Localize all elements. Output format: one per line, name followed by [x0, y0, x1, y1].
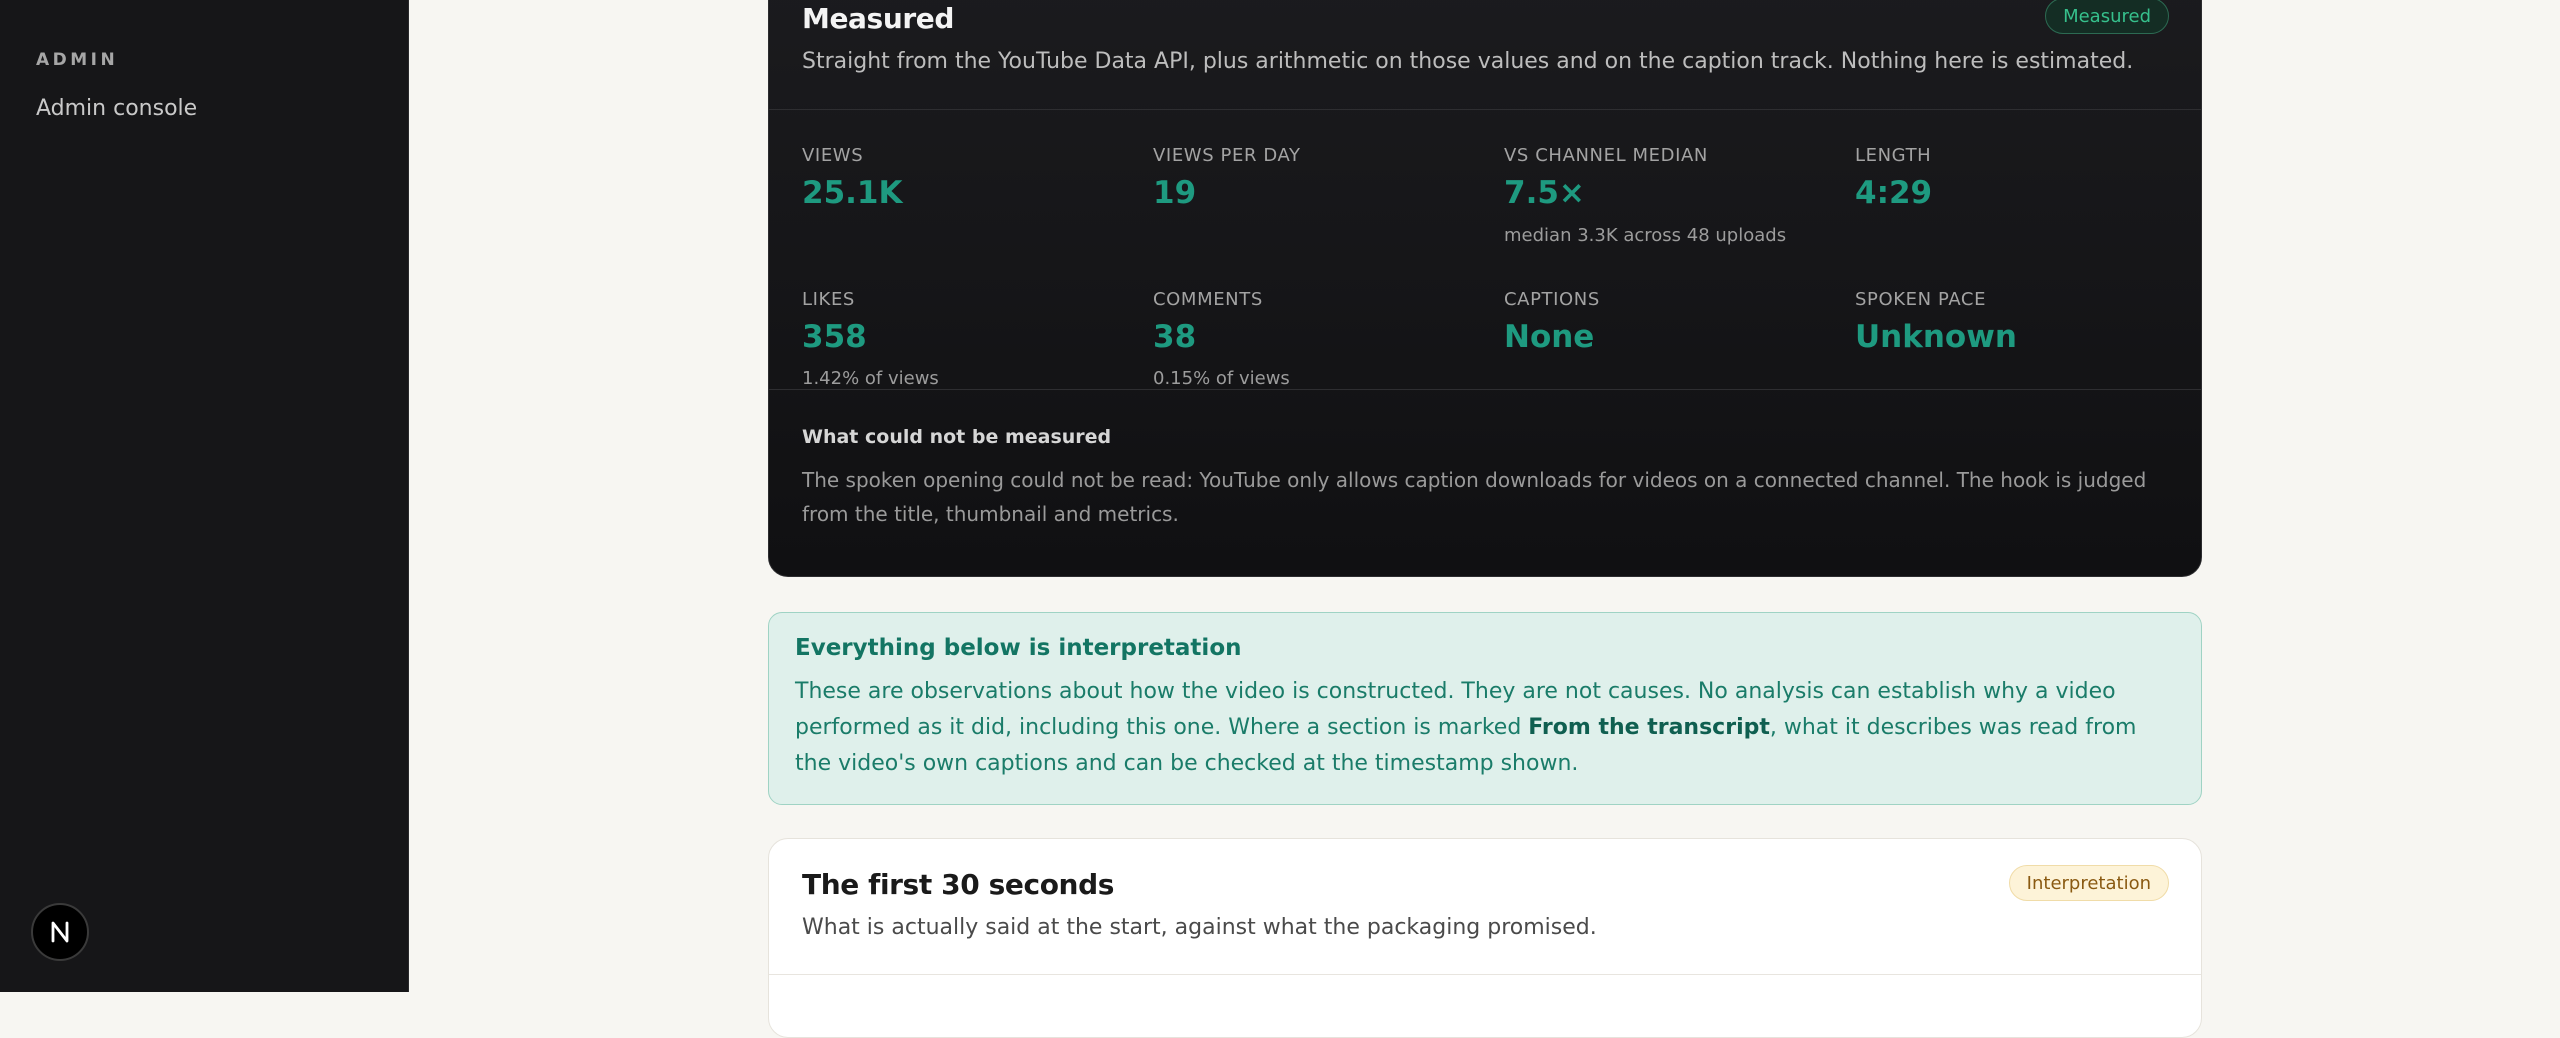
avatar[interactable]	[31, 903, 89, 961]
not-measured-title: What could not be measured	[802, 426, 1112, 448]
card-title: The first 30 seconds	[802, 868, 1115, 901]
divider	[769, 389, 2201, 390]
banner-body-highlight: From the transcript	[1528, 715, 1770, 740]
not-measured-body: The spoken opening could not be read: Yo…	[802, 468, 2147, 526]
banner-title: Everything below is interpretation	[795, 635, 1242, 661]
metric-label: VS CHANNEL MEDIAN	[1504, 145, 1708, 166]
metric-value: 4:29	[1855, 175, 1933, 211]
sidebar-item-admin-console[interactable]: Admin console	[36, 96, 197, 121]
metric-value: 7.5×	[1504, 175, 1585, 211]
metric-note: median 3.3K across 48 uploads	[1504, 225, 1787, 246]
divider	[769, 109, 2201, 110]
metric-label: LENGTH	[1855, 145, 1932, 166]
n-logo-icon	[51, 921, 69, 943]
metric-label: CAPTIONS	[1504, 289, 1600, 310]
sidebar-section-label: ADMIN	[36, 50, 119, 70]
metric-value: 358	[802, 319, 867, 355]
metric-label: COMMENTS	[1153, 289, 1263, 310]
interpretation-badge: Interpretation	[2008, 865, 2169, 901]
metric-label: LIKES	[802, 289, 855, 310]
metric-note: 1.42% of views	[802, 368, 939, 389]
metric-note: 0.15% of views	[1153, 368, 1290, 389]
metric-value: None	[1504, 319, 1595, 355]
measured-badge: Measured	[2045, 0, 2169, 34]
card-title: Measured	[802, 2, 954, 35]
metric-label: VIEWS PER DAY	[1153, 145, 1301, 166]
interpretation-banner: Everything below is interpretation These…	[768, 612, 2202, 805]
metric-value: 38	[1153, 319, 1197, 355]
metric-value: 19	[1153, 175, 1197, 211]
sidebar: ADMIN Admin console	[0, 0, 409, 992]
measured-card: Measured Measured Straight from the YouT…	[768, 0, 2202, 577]
metric-label: VIEWS	[802, 145, 864, 166]
metric-label: SPOKEN PACE	[1855, 289, 1987, 310]
divider	[769, 974, 2201, 975]
card-subtitle: Straight from the YouTube Data API, plus…	[802, 49, 2134, 74]
metric-value: Unknown	[1855, 319, 2017, 355]
metric-value: 25.1K	[802, 175, 903, 211]
card-subtitle: What is actually said at the start, agai…	[802, 915, 1597, 940]
first-30-seconds-card: The first 30 seconds Interpretation What…	[768, 838, 2202, 1038]
banner-body: These are observations about how the vid…	[795, 674, 2175, 782]
